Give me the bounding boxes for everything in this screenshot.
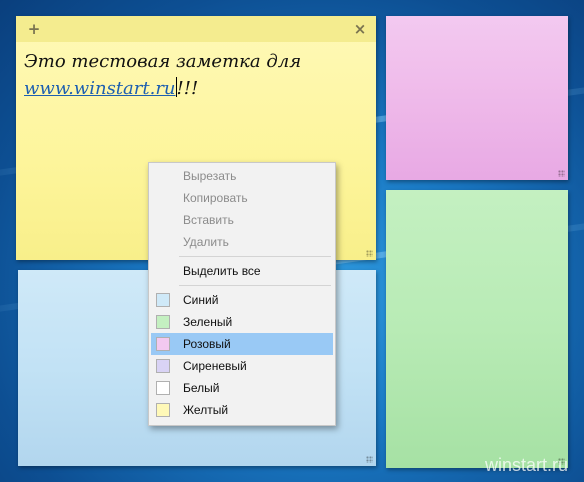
color-swatch-icon — [156, 337, 170, 351]
context-menu: Вырезать Копировать Вставить Удалить Выд… — [148, 162, 336, 426]
menu-item-label: Вставить — [183, 213, 234, 227]
color-swatch-icon — [156, 293, 170, 307]
menu-item-copy[interactable]: Копировать — [151, 187, 333, 209]
color-swatch-icon — [156, 359, 170, 373]
menu-item-label: Зеленый — [183, 315, 233, 329]
resize-grip-icon[interactable] — [366, 456, 373, 463]
menu-item-select-all[interactable]: Выделить все — [151, 260, 333, 282]
menu-item-label: Удалить — [183, 235, 229, 249]
menu-separator — [179, 285, 331, 286]
menu-item-paste[interactable]: Вставить — [151, 209, 333, 231]
resize-grip-icon[interactable] — [366, 250, 373, 257]
menu-item-color-green[interactable]: Зеленый — [151, 311, 333, 333]
color-swatch-icon — [156, 381, 170, 395]
menu-item-color-yellow[interactable]: Желтый — [151, 399, 333, 421]
color-swatch-icon — [156, 315, 170, 329]
menu-item-label: Белый — [183, 381, 220, 395]
menu-item-color-pink[interactable]: Розовый — [151, 333, 333, 355]
menu-item-color-white[interactable]: Белый — [151, 377, 333, 399]
menu-item-color-blue[interactable]: Синий — [151, 289, 333, 311]
note-title-bar[interactable]: + × — [16, 16, 376, 42]
resize-grip-icon[interactable] — [558, 170, 565, 177]
menu-item-label: Копировать — [183, 191, 248, 205]
delete-note-button[interactable]: × — [350, 19, 370, 39]
note-text-area[interactable]: Это тестовая заметка для www.winstart.ru… — [16, 42, 376, 108]
menu-item-color-lilac[interactable]: Сиреневый — [151, 355, 333, 377]
menu-separator — [179, 256, 331, 257]
color-swatch-icon — [156, 403, 170, 417]
menu-item-label: Синий — [183, 293, 219, 307]
menu-item-delete[interactable]: Удалить — [151, 231, 333, 253]
menu-item-label: Розовый — [183, 337, 231, 351]
watermark: winstart.ru — [484, 455, 568, 475]
note-text-line: Это тестовая заметка для — [24, 51, 302, 72]
menu-item-label: Сиреневый — [183, 359, 247, 373]
add-note-button[interactable]: + — [24, 19, 44, 39]
note-text-line: www.winstart.ru!!! — [24, 75, 368, 102]
sticky-note-green[interactable] — [386, 190, 568, 468]
note-text-suffix: !!! — [176, 78, 199, 99]
menu-item-label: Вырезать — [183, 169, 237, 183]
note-link[interactable]: www.winstart.ru — [24, 78, 176, 99]
menu-item-label: Выделить все — [183, 264, 261, 278]
sticky-note-pink[interactable] — [386, 16, 568, 180]
menu-item-label: Желтый — [183, 403, 229, 417]
menu-item-cut[interactable]: Вырезать — [151, 165, 333, 187]
